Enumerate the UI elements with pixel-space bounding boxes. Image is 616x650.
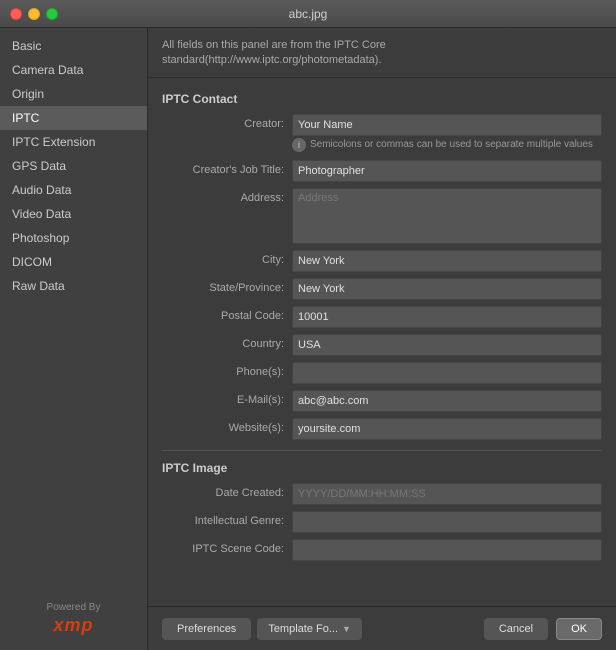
iptc-scene-input[interactable] xyxy=(292,539,602,561)
postal-row: Postal Code: xyxy=(162,306,602,328)
sidebar-item-iptc-extension[interactable]: IPTC Extension xyxy=(0,130,147,154)
hint-text: Semicolons or commas can be used to sepa… xyxy=(310,139,593,150)
email-row: E-Mail(s): xyxy=(162,390,602,412)
bottom-bar-left: Preferences Template Fo... ▼ xyxy=(162,618,362,640)
country-label: Country: xyxy=(162,334,292,350)
date-created-input[interactable] xyxy=(292,483,602,505)
sidebar-item-photoshop[interactable]: Photoshop xyxy=(0,226,147,250)
address-row: Address: xyxy=(162,188,602,244)
state-row: State/Province: xyxy=(162,278,602,300)
website-label: Website(s): xyxy=(162,418,292,434)
sidebar-item-video-data[interactable]: Video Data xyxy=(0,202,147,226)
intellectual-genre-input[interactable] xyxy=(292,511,602,533)
country-input[interactable] xyxy=(292,334,602,356)
main-content: Basic Camera Data Origin IPTC IPTC Exten… xyxy=(0,28,616,650)
creator-label: Creator: xyxy=(162,114,292,130)
sidebar-item-dicom[interactable]: DICOM xyxy=(0,250,147,274)
iptc-contact-header: IPTC Contact xyxy=(162,92,602,106)
window-controls[interactable] xyxy=(10,8,58,20)
country-row: Country: xyxy=(162,334,602,356)
country-field-wrap xyxy=(292,334,602,356)
creator-row: Creator: i Semicolons or commas can be u… xyxy=(162,114,602,154)
title-bar: abc.jpg xyxy=(0,0,616,28)
city-field-wrap xyxy=(292,250,602,272)
window-title: abc.jpg xyxy=(289,7,328,21)
phone-input[interactable] xyxy=(292,362,602,384)
website-field-wrap xyxy=(292,418,602,440)
sidebar-item-audio-data[interactable]: Audio Data xyxy=(0,178,147,202)
iptc-scene-label: IPTC Scene Code: xyxy=(162,539,292,555)
email-field-wrap xyxy=(292,390,602,412)
city-label: City: xyxy=(162,250,292,266)
close-button[interactable] xyxy=(10,8,22,20)
address-textarea[interactable] xyxy=(292,188,602,244)
phone-row: Phone(s): xyxy=(162,362,602,384)
postal-field-wrap xyxy=(292,306,602,328)
info-icon: i xyxy=(292,138,306,152)
sidebar: Basic Camera Data Origin IPTC IPTC Exten… xyxy=(0,28,148,650)
date-created-label: Date Created: xyxy=(162,483,292,499)
sidebar-item-gps-data[interactable]: GPS Data xyxy=(0,154,147,178)
state-input[interactable] xyxy=(292,278,602,300)
intellectual-genre-row: Intellectual Genre: xyxy=(162,511,602,533)
right-panel: All fields on this panel are from the IP… xyxy=(148,28,616,650)
sidebar-item-camera-data[interactable]: Camera Data xyxy=(0,58,147,82)
minimize-button[interactable] xyxy=(28,8,40,20)
website-input[interactable] xyxy=(292,418,602,440)
iptc-image-header: IPTC Image xyxy=(162,461,602,475)
creator-input[interactable] xyxy=(292,114,602,136)
email-input[interactable] xyxy=(292,390,602,412)
xmp-logo: xmp xyxy=(53,615,93,636)
date-created-field-wrap xyxy=(292,483,602,505)
sidebar-item-iptc[interactable]: IPTC xyxy=(0,106,147,130)
form-scroll: IPTC Contact Creator: i Semicolons or co… xyxy=(148,78,616,606)
postal-input[interactable] xyxy=(292,306,602,328)
intellectual-genre-label: Intellectual Genre: xyxy=(162,511,292,527)
hint-row: i Semicolons or commas can be used to se… xyxy=(292,138,602,152)
sidebar-item-basic[interactable]: Basic xyxy=(0,34,147,58)
state-label: State/Province: xyxy=(162,278,292,294)
bottom-bar-right: Cancel OK xyxy=(484,618,602,640)
sidebar-item-raw-data[interactable]: Raw Data xyxy=(0,274,147,298)
ok-button[interactable]: OK xyxy=(556,618,602,640)
state-field-wrap xyxy=(292,278,602,300)
address-label: Address: xyxy=(162,188,292,204)
template-dropdown-label: Template Fo... xyxy=(268,623,338,635)
email-label: E-Mail(s): xyxy=(162,390,292,406)
cancel-button[interactable]: Cancel xyxy=(484,618,548,640)
bottom-bar: Preferences Template Fo... ▼ Cancel OK xyxy=(148,606,616,650)
job-title-label: Creator's Job Title: xyxy=(162,160,292,176)
city-input[interactable] xyxy=(292,250,602,272)
intellectual-genre-field-wrap xyxy=(292,511,602,533)
section-divider xyxy=(162,450,602,451)
job-title-row: Creator's Job Title: xyxy=(162,160,602,182)
phone-field-wrap xyxy=(292,362,602,384)
sidebar-footer: Powered By xmp xyxy=(0,594,147,644)
sidebar-item-origin[interactable]: Origin xyxy=(0,82,147,106)
preferences-button[interactable]: Preferences xyxy=(162,618,251,640)
date-created-row: Date Created: xyxy=(162,483,602,505)
job-title-input[interactable] xyxy=(292,160,602,182)
info-text: All fields on this panel are from the IP… xyxy=(148,28,616,78)
postal-label: Postal Code: xyxy=(162,306,292,322)
chevron-down-icon: ▼ xyxy=(342,624,351,634)
city-row: City: xyxy=(162,250,602,272)
powered-by-label: Powered By xyxy=(47,602,101,613)
iptc-scene-field-wrap xyxy=(292,539,602,561)
template-dropdown-button[interactable]: Template Fo... ▼ xyxy=(257,618,362,640)
phone-label: Phone(s): xyxy=(162,362,292,378)
address-field-wrap xyxy=(292,188,602,244)
maximize-button[interactable] xyxy=(46,8,58,20)
creator-field-wrap: i Semicolons or commas can be used to se… xyxy=(292,114,602,154)
job-title-field-wrap xyxy=(292,160,602,182)
iptc-scene-row: IPTC Scene Code: xyxy=(162,539,602,561)
website-row: Website(s): xyxy=(162,418,602,440)
